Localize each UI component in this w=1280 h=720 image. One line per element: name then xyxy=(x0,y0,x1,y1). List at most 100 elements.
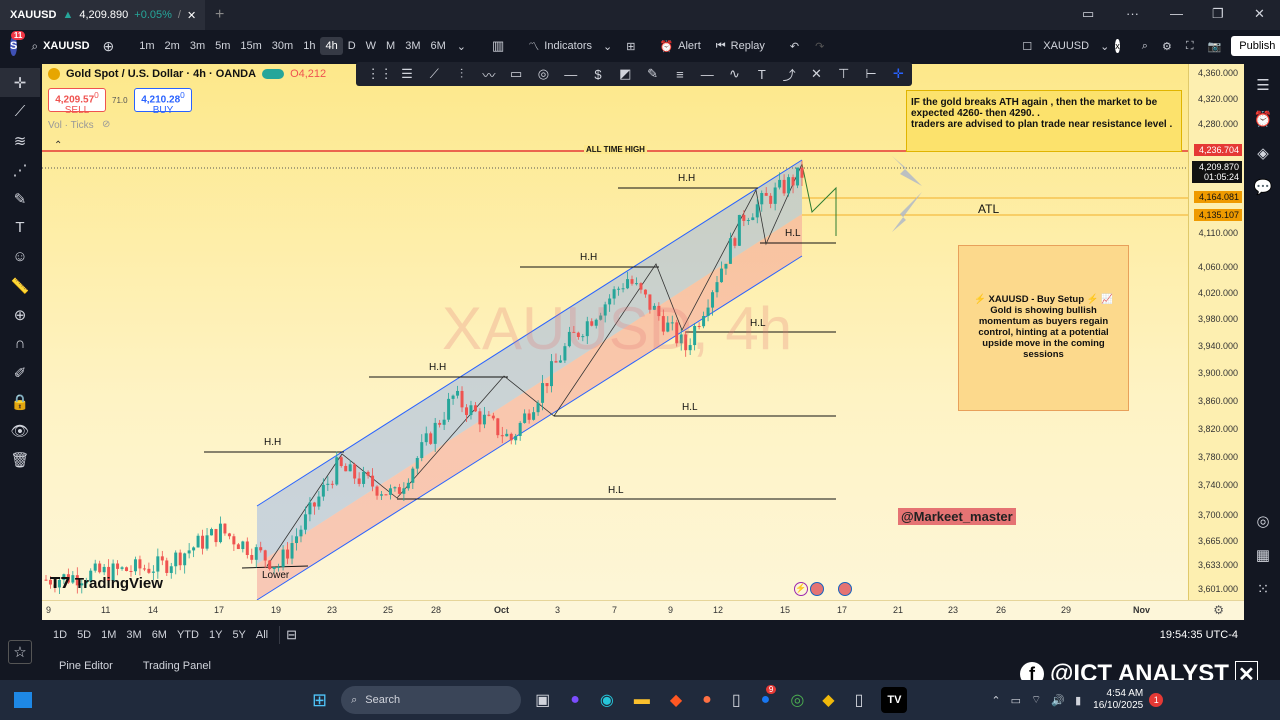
chrome-icon[interactable]: ◎ xyxy=(790,690,804,710)
range-ytd[interactable]: YTD xyxy=(172,626,204,644)
interval-1h[interactable]: 1h xyxy=(298,37,320,55)
star-icon[interactable]: ☆ xyxy=(8,640,32,664)
callout-icon[interactable]: ◩ xyxy=(612,66,639,82)
file-icon[interactable]: ▯ xyxy=(732,690,741,710)
sell-button[interactable]: 4,209.570 SELL xyxy=(48,88,106,116)
brave-icon[interactable]: ◆ xyxy=(670,690,682,710)
clock[interactable]: 19:54:35 UTC-4 xyxy=(1160,629,1238,641)
templates-icon[interactable]: ⊞ xyxy=(626,40,635,53)
eye-icon[interactable]: 👁 xyxy=(0,416,40,445)
crosshair-icon[interactable]: ✛ xyxy=(0,68,40,97)
fib-icon[interactable]: ≋ xyxy=(0,126,40,155)
time-axis[interactable]: ⚙ 9 11 14 17 19 23 25 28 Oct 3 7 9 12 15 17 21 23 26 29 Nov xyxy=(42,600,1244,620)
tradingview-app-icon[interactable]: TV xyxy=(881,687,908,713)
collapse-chevron-icon[interactable]: ⌃ xyxy=(54,140,62,151)
chevron-down-icon[interactable]: ⌄ xyxy=(1100,40,1109,53)
rect-tool-icon[interactable]: ▭ xyxy=(502,66,529,82)
range-1d[interactable]: 1D xyxy=(48,626,72,644)
symbol-search[interactable]: XAUUSD xyxy=(38,37,94,55)
camera-icon[interactable]: 📷 xyxy=(1208,40,1222,53)
replay-icon[interactable]: ⏮ xyxy=(716,40,726,53)
magnifier-icon[interactable]: ⌕ xyxy=(1142,40,1148,53)
interval-1m[interactable]: 1m xyxy=(134,37,159,55)
magnet-icon[interactable]: ∩ xyxy=(0,329,40,358)
indicators-icon[interactable]: 〽 xyxy=(528,38,539,54)
interval-2m[interactable]: 2m xyxy=(160,37,185,55)
interval-3M[interactable]: 3M xyxy=(400,37,425,55)
emoji-icon[interactable]: ☺ xyxy=(0,242,40,271)
settings-icon[interactable]: ⚙ xyxy=(1162,40,1172,53)
add-symbol-icon[interactable]: ⊕ xyxy=(103,38,115,55)
price-axis[interactable]: 3,601.000 3,633.000 3,665.000 3,700.000 3,74… xyxy=(1188,64,1244,600)
chart-pane[interactable]: XAUUSD, 4h Gold Spot / U.S. Dollar · 4h … xyxy=(42,64,1244,620)
remove-symbol-button[interactable]: x xyxy=(1115,39,1120,53)
chat-icon[interactable]: 💬 xyxy=(1246,170,1280,204)
range-icon[interactable]: ⊢ xyxy=(857,66,884,82)
facebook-app-icon[interactable]: ● 9 xyxy=(761,685,777,709)
ruler-icon[interactable]: 📏 xyxy=(0,271,40,300)
taskview-icon[interactable]: ▣ xyxy=(535,690,550,710)
date-range-icon[interactable]: ⊟ xyxy=(286,627,297,643)
hline-tool-icon[interactable]: ☰ xyxy=(393,66,420,82)
top-note[interactable]: IF the gold breaks ATH again , then the … xyxy=(906,90,1182,152)
volume-icon[interactable]: 🔊 xyxy=(1051,694,1065,707)
binance-icon[interactable]: ◆ xyxy=(822,690,834,710)
pattern-icon[interactable]: ⋰ xyxy=(0,155,40,184)
text-icon[interactable]: T xyxy=(0,213,40,242)
avatar[interactable]: S 11 xyxy=(10,31,26,56)
pine-editor-tab[interactable]: Pine Editor xyxy=(54,657,118,675)
alerts-icon[interactable]: ⏰ xyxy=(1246,102,1280,136)
fib-tool-icon[interactable]: ≡ xyxy=(666,67,693,82)
edge-icon[interactable]: ◉ xyxy=(600,690,614,710)
browser-tab[interactable]: XAUUSD ▲ 4,209.890 +0.05% / ✕ xyxy=(0,0,205,30)
tray-app-icon[interactable]: ▭ xyxy=(1011,694,1021,707)
minimize-icon[interactable]: — xyxy=(1170,6,1183,21)
publish-button[interactable]: Publish xyxy=(1231,36,1280,56)
chevron-down-icon[interactable]: ⌄ xyxy=(457,40,466,53)
buy-button[interactable]: 4,210.280 BUY xyxy=(134,88,192,116)
interval-D[interactable]: D xyxy=(343,37,361,55)
lock-icon[interactable]: 🔒 xyxy=(0,387,40,416)
fullscreen-icon[interactable]: ⛶ xyxy=(1186,40,1194,53)
us-flag-icon[interactable] xyxy=(810,582,824,596)
wave-icon[interactable]: ∿ xyxy=(721,66,748,82)
cross-tool-icon[interactable]: ✕ xyxy=(803,66,830,82)
target-icon[interactable]: ◎ xyxy=(1246,504,1280,538)
channel-tool-icon[interactable]: ⫶ xyxy=(448,66,475,82)
hide-eye-icon[interactable]: ⊘ xyxy=(102,119,110,130)
trendline-icon[interactable]: ⟋ xyxy=(0,97,40,126)
range-5y[interactable]: 5Y xyxy=(227,626,250,644)
crosshair-tool-icon[interactable]: ✛ xyxy=(885,66,912,82)
setup-note[interactable]: ⚡ XAUUSD - Buy Setup ⚡ 📈 Gold is showing… xyxy=(958,245,1129,411)
interval-6M[interactable]: 6M xyxy=(426,37,451,55)
search-box[interactable]: ⌕ Search xyxy=(341,686,522,714)
alert-icon[interactable]: ⏰ xyxy=(659,40,673,53)
interval-W[interactable]: W xyxy=(361,37,381,55)
more-icon[interactable]: ··· xyxy=(1126,6,1139,21)
checkbox-icon[interactable]: ☐ xyxy=(1022,40,1032,53)
replay-button[interactable]: Replay xyxy=(726,37,770,55)
watchlist-icon[interactable]: ☰ xyxy=(1246,68,1280,102)
interval-3m[interactable]: 3m xyxy=(185,37,210,55)
circle-tool-icon[interactable]: ◎ xyxy=(530,66,557,82)
chevron-down-icon[interactable]: ⌄ xyxy=(603,40,612,53)
range-5d[interactable]: 5D xyxy=(72,626,96,644)
layout-icon[interactable]: ▭ xyxy=(1082,6,1094,22)
interval-5m[interactable]: 5m xyxy=(210,37,235,55)
wifi-icon[interactable]: ⌔ xyxy=(1031,693,1041,707)
trading-panel-tab[interactable]: Trading Panel xyxy=(138,657,216,675)
instrument-name[interactable]: Gold Spot / U.S. Dollar · 4h · OANDA xyxy=(66,68,256,80)
hline2-icon[interactable]: — xyxy=(694,67,721,82)
text-tool-icon[interactable]: T xyxy=(748,67,775,82)
ray-tool-icon[interactable]: ⟋ xyxy=(421,66,448,82)
undo-icon[interactable]: ↶ xyxy=(790,40,799,53)
close-window-icon[interactable]: ✕ xyxy=(1254,6,1265,22)
firefox-icon[interactable]: ● xyxy=(702,691,712,709)
start-icon[interactable]: ⊞ xyxy=(312,690,327,711)
file2-icon[interactable]: ▯ xyxy=(855,690,864,710)
interval-30m[interactable]: 30m xyxy=(267,37,298,55)
maximize-icon[interactable]: ❐ xyxy=(1212,6,1224,22)
new-tab-button[interactable]: + xyxy=(215,6,224,24)
range-all[interactable]: All xyxy=(251,626,273,644)
pen-icon[interactable]: ✎ xyxy=(639,66,666,82)
